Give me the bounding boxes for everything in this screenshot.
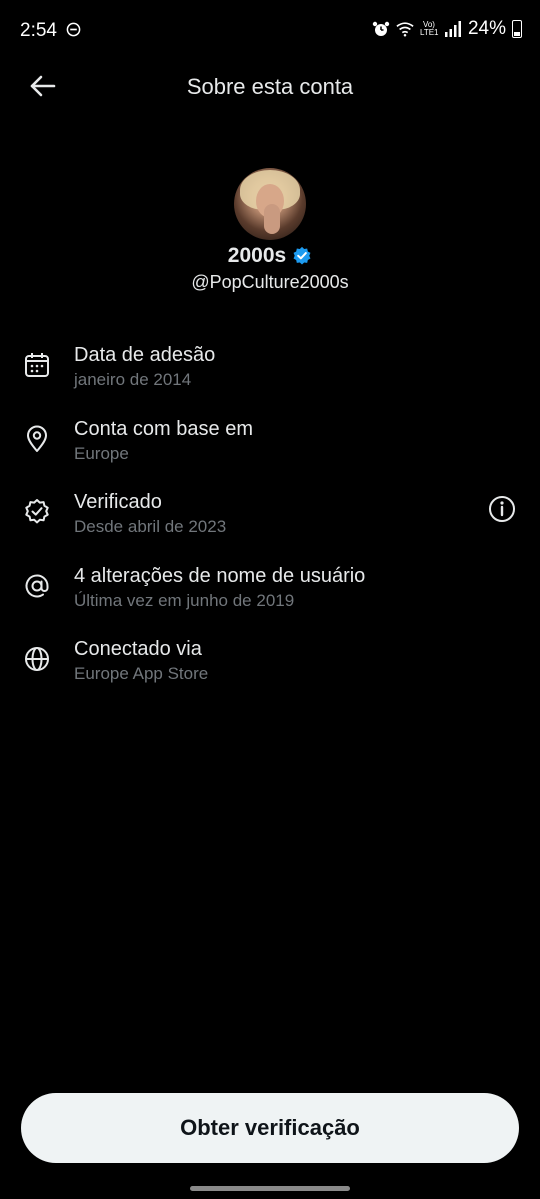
battery-fill <box>514 32 520 36</box>
verified-badge-icon[interactable] <box>292 246 312 266</box>
location-pin-icon <box>27 425 47 452</box>
battery-percentage: 24% <box>467 18 506 39</box>
info-icon[interactable] <box>488 495 516 523</box>
info-subtitle: Última vez em junho de 2019 <box>74 590 295 610</box>
profile-section: 2000s @PopCulture2000s <box>0 168 540 293</box>
get-verified-button[interactable]: Obter verificação <box>21 1093 519 1163</box>
username-handle: @PopCulture2000s <box>191 272 349 292</box>
info-item-verified: Verificado Desde abril de 2023 <box>0 487 540 561</box>
name-row: 2000s <box>0 244 540 268</box>
info-title: Conectado via <box>74 638 202 660</box>
volte-label: Vo) LTE1 <box>419 20 439 37</box>
home-indicator[interactable] <box>190 1186 350 1191</box>
battery-icon <box>512 20 522 38</box>
header: Sobre esta conta <box>0 60 540 112</box>
info-subtitle: janeiro de 2014 <box>74 370 192 389</box>
info-title: Data de adesão <box>74 344 216 366</box>
globe-icon <box>25 647 49 671</box>
info-subtitle: Europe <box>74 443 129 463</box>
info-subtitle: Europe App Store <box>74 664 209 683</box>
calendar-icon <box>25 353 49 377</box>
info-title: Conta com base em <box>74 417 253 440</box>
page-title: Sobre esta conta <box>186 74 354 99</box>
signal-icon <box>444 21 461 37</box>
info-subtitle: Desde abril de 2023 <box>74 517 227 536</box>
verified-outline-icon <box>25 499 49 524</box>
display-name: 2000s <box>227 244 287 267</box>
status-icons: Vo) LTE1 24% <box>372 18 522 40</box>
status-time: 2:54 <box>20 20 57 41</box>
avatar-hands <box>264 204 280 234</box>
info-item-connected-via: Conectado via Europe App Store <box>0 634 540 708</box>
account-info-list: Data de adesão janeiro de 2014 Conta com… <box>0 340 540 708</box>
do-not-disturb-icon <box>66 22 81 37</box>
wifi-icon <box>396 22 414 37</box>
info-item-location: Conta com base em Europe <box>0 414 540 488</box>
avatar[interactable] <box>234 168 306 240</box>
info-title: 4 alterações de nome de usuário <box>74 564 366 587</box>
alarm-icon <box>372 21 390 36</box>
info-item-join-date: Data de adesão janeiro de 2014 <box>0 340 540 414</box>
status-bar: 2:54 Vo) LTE1 24% <box>0 0 540 60</box>
info-title: Verificado <box>74 491 162 513</box>
at-sign-icon <box>25 574 49 597</box>
info-item-username-changes: 4 alterações de nome de usuário Última v… <box>0 561 540 635</box>
